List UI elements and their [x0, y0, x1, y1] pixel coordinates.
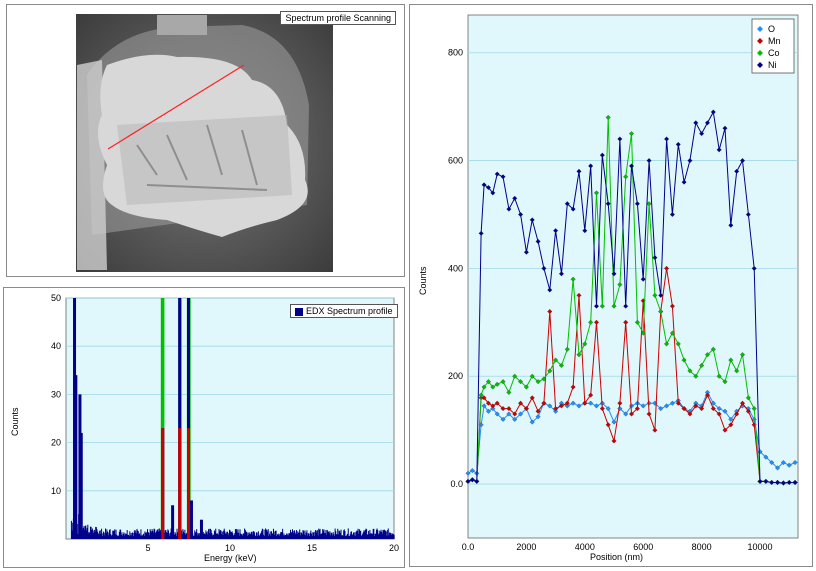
line-x-tick: 10000: [748, 542, 773, 552]
line-legend: O Mn Co Ni: [751, 18, 795, 74]
edx-y-tick: 50: [51, 293, 61, 303]
edx-x-tick: 20: [389, 543, 399, 553]
line-plot-area: [467, 14, 799, 539]
legend-label-mn: Mn: [768, 36, 781, 46]
sem-image: [76, 14, 333, 272]
edx-y-tick: 40: [51, 341, 61, 351]
line-profile-chart: 0.0 200 400 600 800 0.0 2000 4000 6000 8000 10000 O…: [448, 14, 799, 552]
line-x-tick: 2000: [516, 542, 536, 552]
edx-peak-bar: [189, 500, 193, 539]
image-panel: Spectrum profile Scanning: [6, 4, 405, 277]
line-y-label: Counts: [418, 266, 428, 295]
edx-legend-label: EDX Spectrum profile: [306, 306, 393, 316]
line-x-tick: 6000: [633, 542, 653, 552]
line-profile-panel: 0.0 200 400 600 800 0.0 2000 4000 6000 8000 10000 O…: [409, 4, 813, 567]
legend-label-o: O: [768, 24, 775, 34]
line-y-tick: 400: [448, 263, 463, 273]
edx-peak-bar: [171, 505, 175, 539]
edx-legend-swatch: [295, 307, 303, 316]
edx-y-tick: 20: [51, 438, 61, 448]
line-y-tick: 200: [448, 371, 463, 381]
legend-label-ni: Ni: [768, 60, 777, 70]
edx-x-tick: 10: [225, 543, 235, 553]
line-x-label: Position (nm): [590, 552, 644, 562]
line-x-tick: 4000: [575, 542, 595, 552]
line-x-tick: 8000: [692, 542, 712, 552]
edx-spectrum-chart: 10 20 30 40 50 5 10 15 20: [51, 293, 399, 553]
edx-y-tick: 10: [51, 486, 61, 496]
edx-plot-area: [65, 297, 395, 540]
edx-legend: EDX Spectrum profile: [290, 304, 398, 318]
edx-element-line: [178, 428, 182, 539]
image-title: Spectrum profile Scanning: [280, 11, 396, 25]
edx-y-tick: 30: [51, 389, 61, 399]
edx-y-label: Counts: [10, 407, 20, 436]
edx-x-tick: 5: [145, 543, 150, 553]
edx-bar: [393, 534, 395, 539]
line-x-tick: 0.0: [462, 542, 475, 552]
edx-x-tick: 15: [307, 543, 317, 553]
edx-element-line: [187, 428, 191, 539]
edx-peak-bar: [79, 432, 83, 539]
line-y-tick: 600: [448, 156, 463, 166]
legend-label-co: Co: [768, 48, 780, 58]
edx-spectrum-panel: 10 20 30 40 50 5 10 15 20 EDX Spectrum profile C…: [3, 287, 405, 568]
edx-peak-bar: [74, 375, 78, 539]
edx-peak-bar: [199, 519, 203, 539]
line-y-tick: 0.0: [450, 479, 463, 489]
line-y-tick: 800: [448, 48, 463, 58]
edx-element-line: [161, 428, 165, 539]
edx-x-label: Energy (keV): [204, 553, 257, 563]
